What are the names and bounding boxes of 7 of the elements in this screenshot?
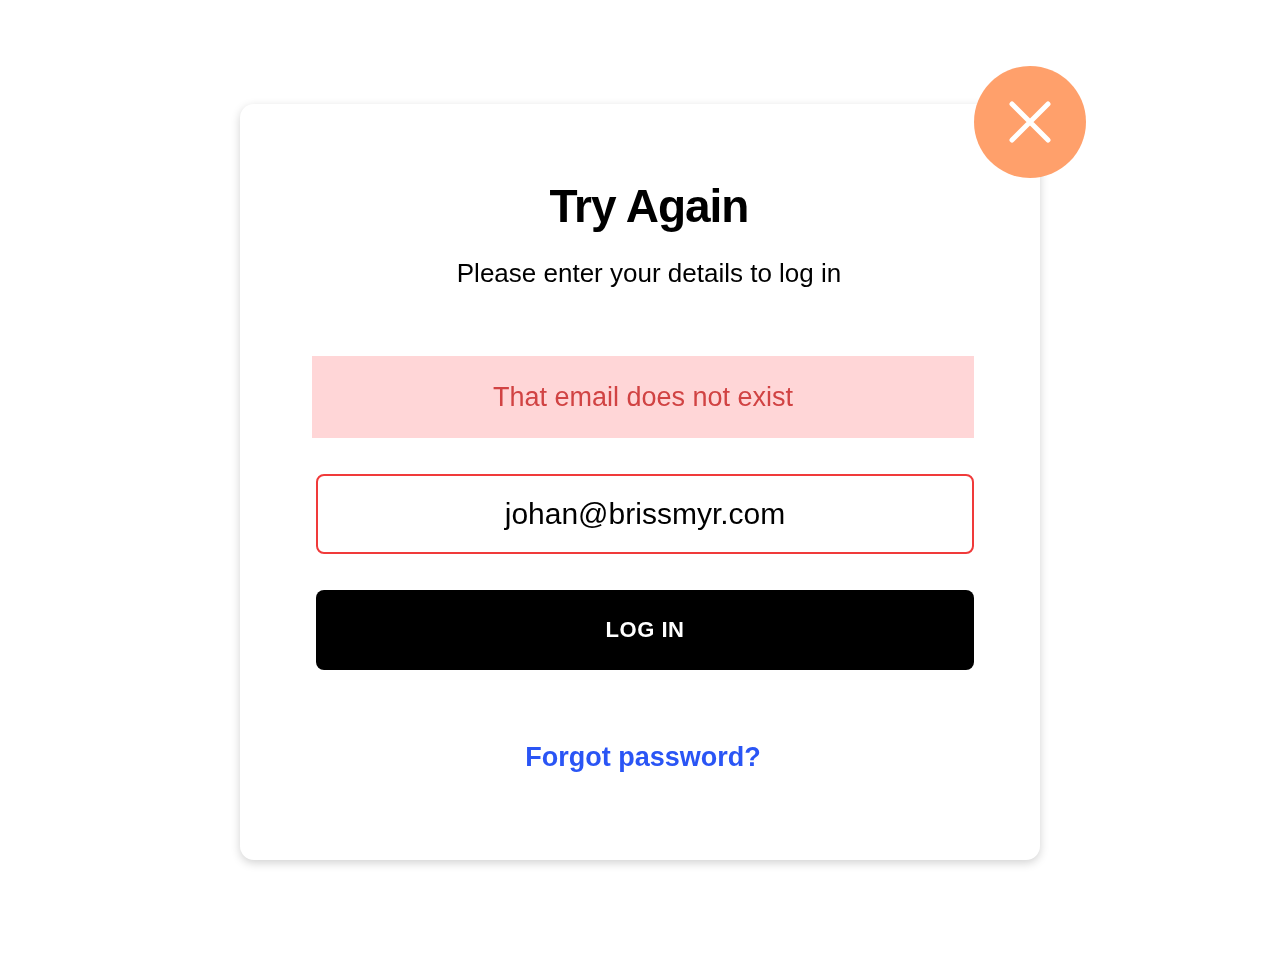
forgot-password-link[interactable]: Forgot password?	[525, 742, 761, 773]
dialog-title: Try Again	[548, 179, 750, 234]
login-button[interactable]: LOG IN	[316, 590, 974, 670]
close-icon	[1009, 101, 1051, 143]
dialog-subtitle: Please enter your details to log in	[455, 257, 843, 289]
email-field[interactable]: johan@brissmyr.com	[316, 474, 974, 554]
error-banner: That email does not exist	[312, 356, 974, 438]
